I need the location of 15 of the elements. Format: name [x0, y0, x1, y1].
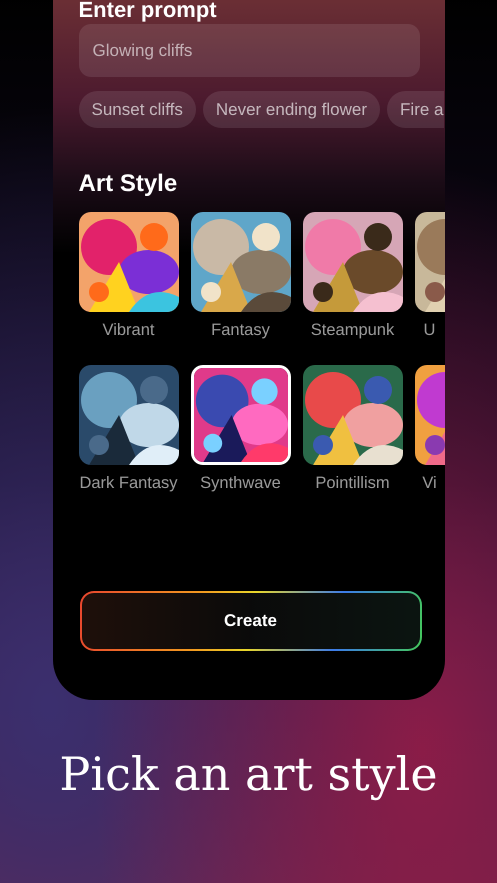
style-label: Vi	[422, 473, 437, 493]
style-label: U	[424, 320, 436, 340]
suggestion-chip[interactable]: Never ending flower	[202, 91, 380, 128]
create-button[interactable]: Create	[82, 593, 420, 649]
caption: Pick an art style	[59, 747, 438, 801]
suggestion-chip[interactable]: Sunset cliffs	[78, 91, 196, 128]
style-label: Vibrant	[102, 320, 154, 340]
style-label: Fantasy	[211, 320, 270, 340]
style-label: Dark Fantasy	[79, 473, 178, 493]
section-heading: Enter prompt	[78, 0, 218, 24]
style-label: Steampunk	[310, 320, 394, 340]
style-label: Synthwave	[200, 473, 281, 493]
section-heading: Art Style	[78, 170, 178, 198]
suggestion-chip[interactable]: Fire a	[387, 91, 444, 128]
style-label: Pointillism	[315, 473, 390, 493]
